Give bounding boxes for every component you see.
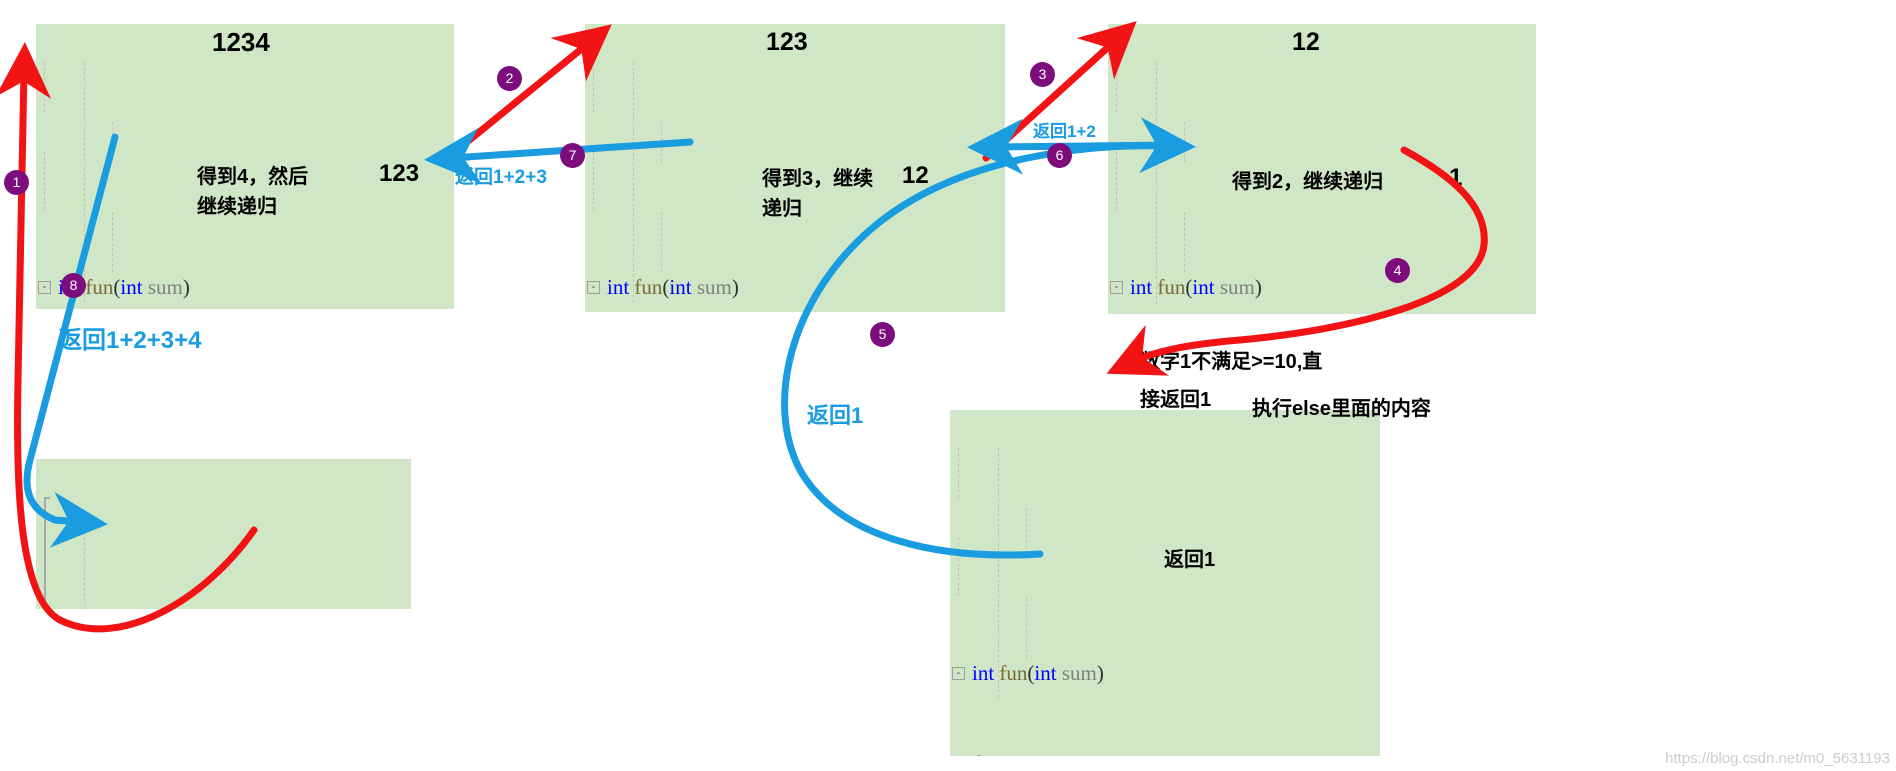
- step-badge-3: 3: [1030, 62, 1055, 87]
- step-badge-7: 7: [560, 143, 585, 168]
- step-badge-1: 1: [4, 170, 29, 195]
- diagram-canvas: -int fun(int sum) { - if (sum >= 10) { r…: [0, 0, 1896, 771]
- panel3-note-line1: 得到2，继续递归: [1232, 171, 1384, 193]
- code-line: {: [950, 748, 1380, 756]
- panel4-note-line2: 接返回1: [1140, 389, 1212, 411]
- panel3-next-value: 1: [1449, 164, 1463, 191]
- code-line: -int fun(int sum): [1108, 272, 1536, 302]
- panel1-note-line1: 得到4，然后: [197, 166, 309, 188]
- code-line: -int fun(int sum): [36, 272, 454, 302]
- watermark-text: https://blog.csdn.net/m0_5631193: [1665, 750, 1890, 767]
- label-return-1: 返回1: [807, 403, 864, 428]
- code-panel-fun-1: -int fun(int sum) { - if (sum >= 10) { r…: [950, 410, 1380, 756]
- code-body: -int fun(int sum) { - if (sum >= 10) { r…: [950, 410, 1380, 756]
- label-return-12: 返回1+2: [1033, 122, 1096, 141]
- panel3-arg-value: 12: [1292, 28, 1320, 56]
- label-return-123: 返回1+2+3: [455, 167, 547, 188]
- panel1-note-line2: 继续递归: [197, 196, 277, 218]
- red-arrow-2: [447, 24, 612, 159]
- panel2-note-line1: 得到3，继续: [762, 168, 874, 190]
- panel2-arg-value: 123: [766, 28, 808, 56]
- panel1-next-value: 123: [379, 160, 420, 187]
- panel4-note-line3: 执行else里面的内容: [1252, 398, 1431, 420]
- step-badge-2: 2: [497, 66, 522, 91]
- panel4-note-line1: 数字1不满足>=10,直: [1140, 351, 1323, 373]
- code-line: -int fun(int sum): [950, 658, 1380, 688]
- panel1-arg-value: 1234: [212, 27, 270, 57]
- panel2-note-line2: 递归: [762, 198, 802, 220]
- step-badge-4: 4: [1385, 258, 1410, 283]
- panel4-return-note: 返回1: [1164, 549, 1216, 571]
- panel2-next-value: 12: [902, 162, 929, 189]
- step-badge-5: 5: [870, 322, 895, 347]
- step-badge-6: 6: [1047, 143, 1072, 168]
- code-panel-main: -int main() { int sum = 0; printf("请输入一个…: [36, 459, 411, 609]
- label-return-1234: 返回1+2+3+4: [58, 327, 202, 354]
- code-line: -int fun(int sum): [585, 272, 1005, 302]
- code-body: -int main() { int sum = 0; printf("请输入一个…: [36, 459, 411, 609]
- step-badge-8: 8: [61, 273, 86, 298]
